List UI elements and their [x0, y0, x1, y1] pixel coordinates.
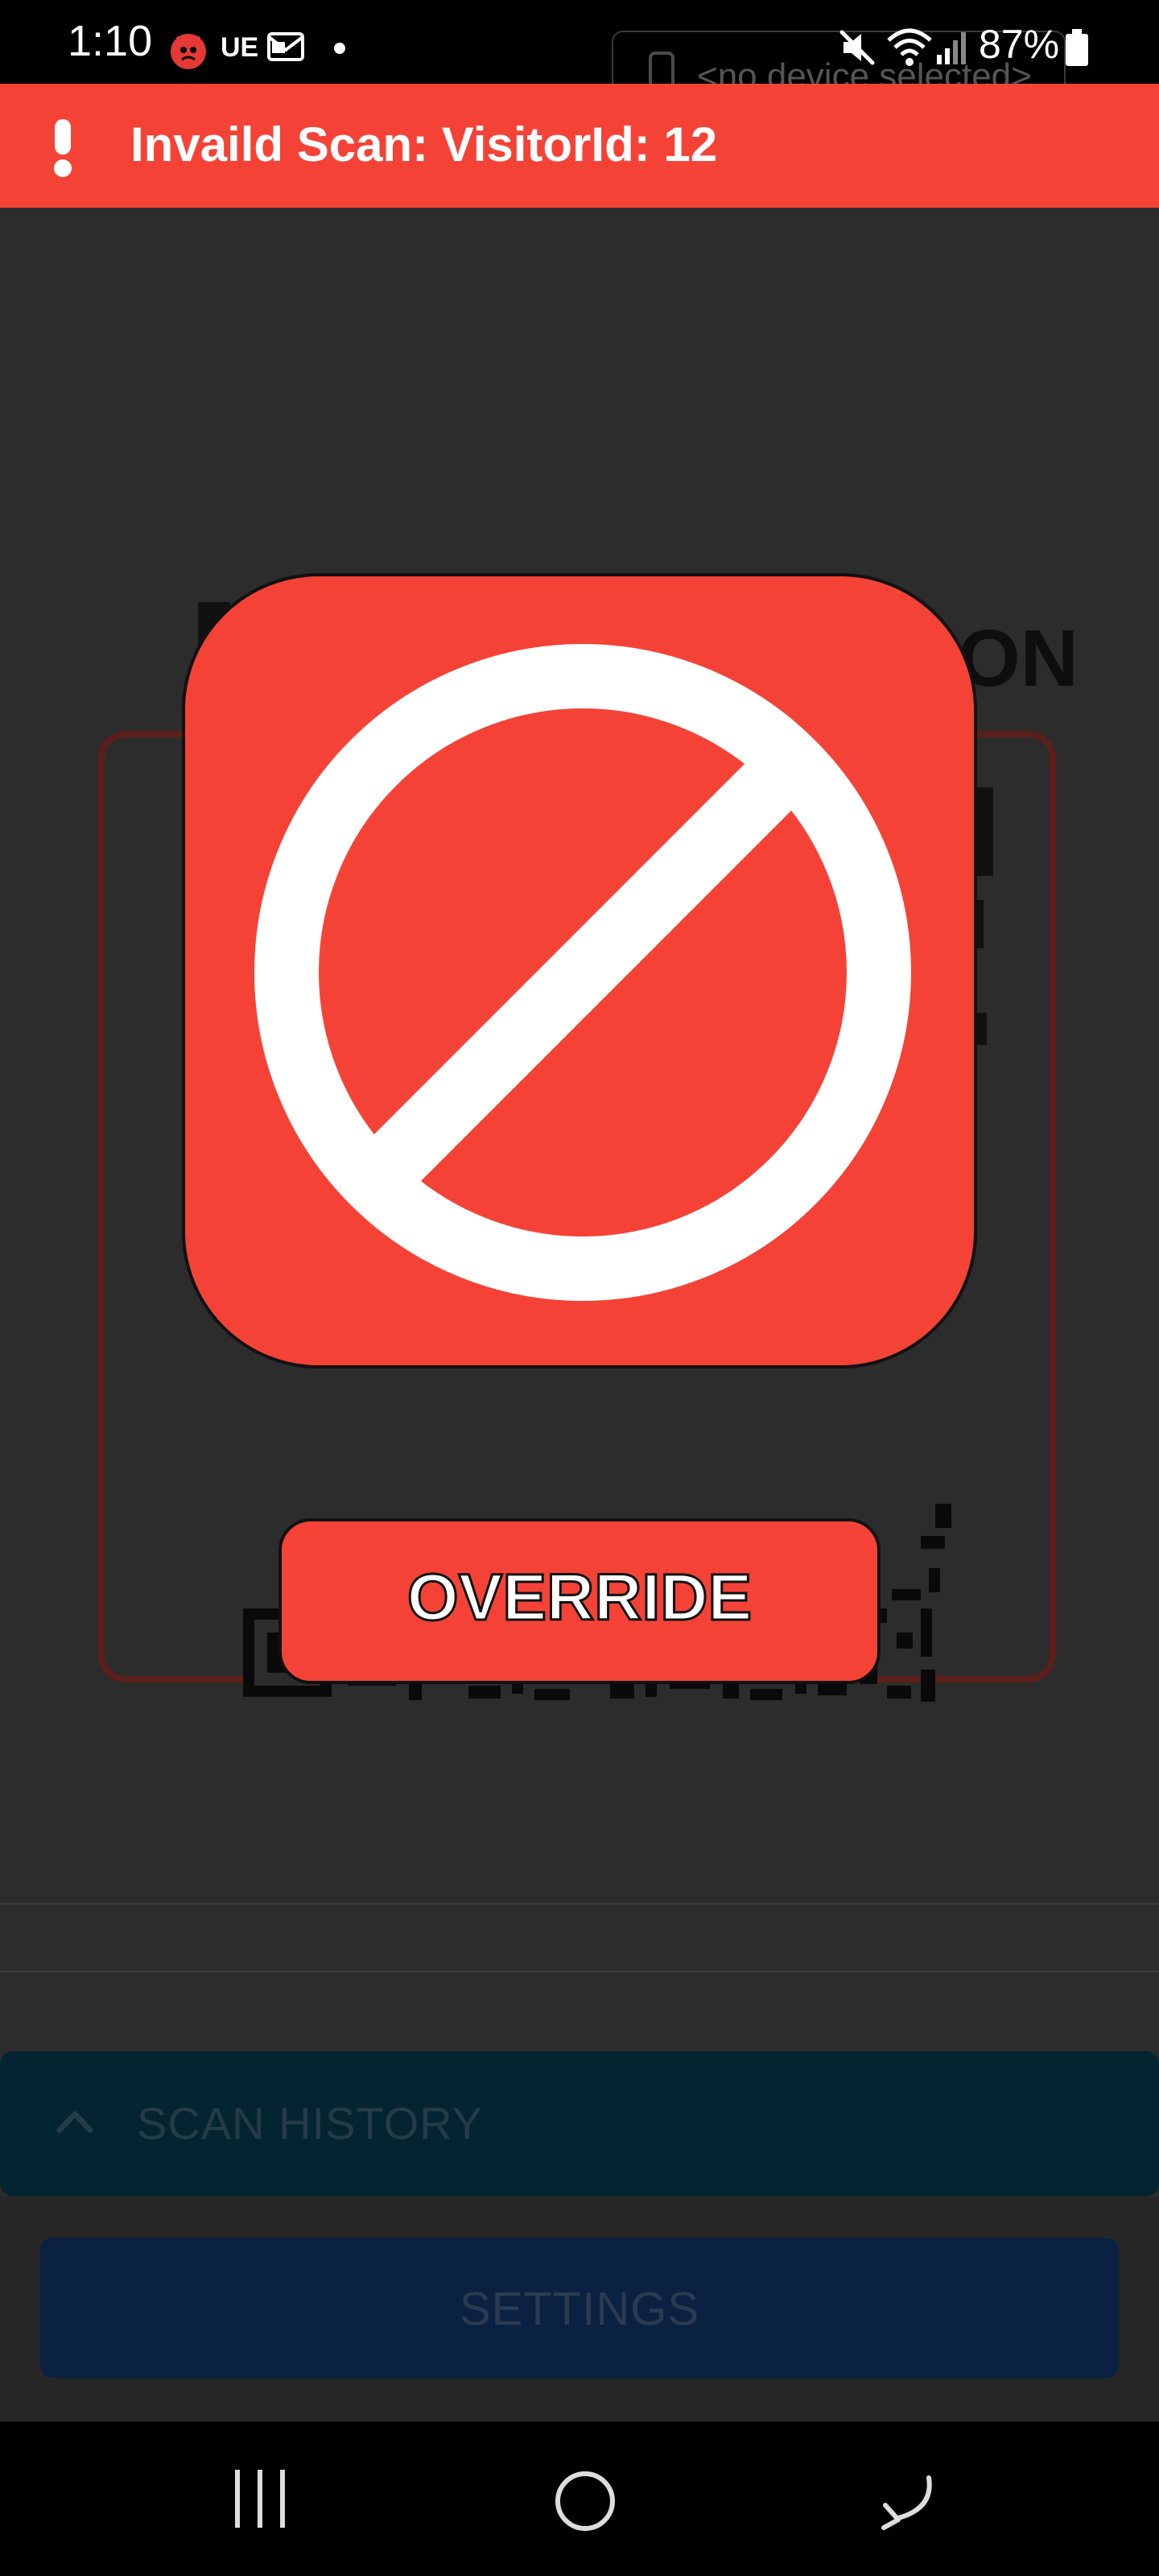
status-time: 1:10	[68, 17, 153, 65]
chevron-up-icon	[56, 2111, 93, 2133]
alert-app-icon	[171, 34, 206, 69]
signal-icon	[937, 32, 966, 64]
divider	[0, 1903, 1159, 1905]
message-icon	[267, 32, 304, 61]
exclamation-icon	[52, 119, 74, 177]
ue-icon: UE	[221, 32, 259, 63]
home-icon[interactable]	[552, 2468, 618, 2534]
override-label: OVERRIDE	[406, 1561, 753, 1634]
status-bar: <no device selected> 1:10 UE 87%	[0, 0, 1159, 114]
scan-history-bar[interactable]: SCAN HISTORY	[0, 2051, 1159, 2196]
banner-message: Invaild Scan: VisitorId: 12	[130, 118, 718, 171]
background-title-fragment: ON	[958, 613, 1079, 704]
navigation-bar	[0, 2421, 1159, 2576]
dot-icon	[334, 43, 345, 54]
battery-icon	[1066, 29, 1088, 66]
recents-icon[interactable]	[230, 2467, 291, 2531]
scan-history-label: SCAN HISTORY	[137, 2098, 484, 2149]
settings-label: SETTINGS	[459, 2283, 700, 2335]
divider	[0, 1971, 1159, 1972]
wifi-icon	[887, 28, 932, 66]
settings-button[interactable]: SETTINGS	[40, 2238, 1119, 2378]
error-banner: Invaild Scan: VisitorId: 12	[0, 84, 1159, 208]
no-entry-icon	[254, 644, 911, 1301]
override-button[interactable]: OVERRIDE	[278, 1518, 881, 1684]
mute-icon	[839, 30, 875, 65]
battery-percent: 87%	[979, 22, 1060, 67]
back-icon[interactable]	[874, 2470, 938, 2534]
invalid-scan-tile	[182, 573, 977, 1368]
